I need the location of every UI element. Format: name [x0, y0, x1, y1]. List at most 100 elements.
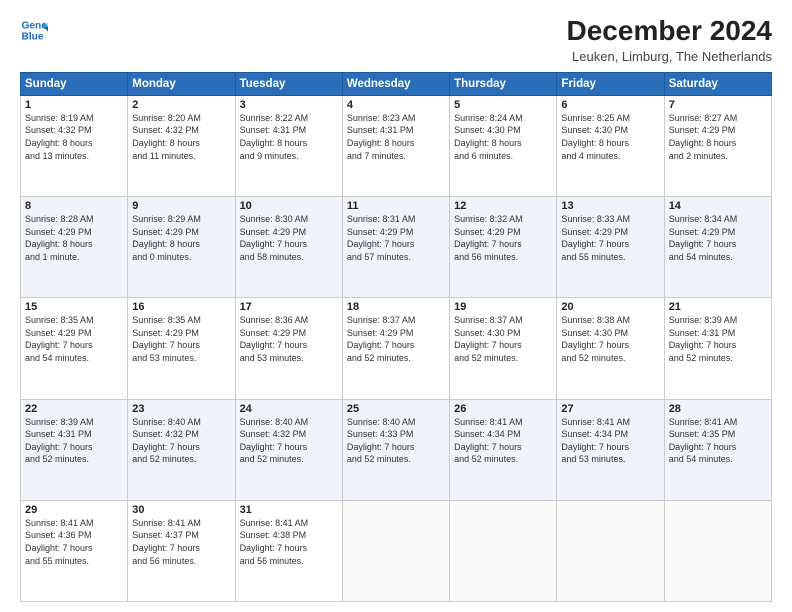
day-info: Sunrise: 8:31 AM Sunset: 4:29 PM Dayligh… — [347, 213, 445, 263]
day-number: 1 — [25, 99, 123, 111]
calendar-cell: 27Sunrise: 8:41 AM Sunset: 4:34 PM Dayli… — [557, 399, 664, 500]
calendar-cell: 24Sunrise: 8:40 AM Sunset: 4:32 PM Dayli… — [235, 399, 342, 500]
calendar-cell: 31Sunrise: 8:41 AM Sunset: 4:38 PM Dayli… — [235, 500, 342, 601]
day-number: 8 — [25, 200, 123, 212]
calendar-cell: 10Sunrise: 8:30 AM Sunset: 4:29 PM Dayli… — [235, 197, 342, 298]
day-info: Sunrise: 8:34 AM Sunset: 4:29 PM Dayligh… — [669, 213, 767, 263]
day-number: 5 — [454, 99, 552, 111]
calendar-cell: 21Sunrise: 8:39 AM Sunset: 4:31 PM Dayli… — [664, 298, 771, 399]
calendar-cell: 13Sunrise: 8:33 AM Sunset: 4:29 PM Dayli… — [557, 197, 664, 298]
day-number: 18 — [347, 301, 445, 313]
day-number: 22 — [25, 403, 123, 415]
calendar-table: SundayMondayTuesdayWednesdayThursdayFrid… — [20, 72, 772, 602]
calendar-cell: 4Sunrise: 8:23 AM Sunset: 4:31 PM Daylig… — [342, 95, 449, 196]
day-info: Sunrise: 8:27 AM Sunset: 4:29 PM Dayligh… — [669, 112, 767, 162]
day-number: 13 — [561, 200, 659, 212]
day-number: 21 — [669, 301, 767, 313]
day-number: 26 — [454, 403, 552, 415]
day-number: 2 — [132, 99, 230, 111]
day-number: 30 — [132, 504, 230, 516]
day-info: Sunrise: 8:41 AM Sunset: 4:34 PM Dayligh… — [561, 416, 659, 466]
calendar-cell: 1Sunrise: 8:19 AM Sunset: 4:32 PM Daylig… — [21, 95, 128, 196]
day-of-week-header: Monday — [128, 72, 235, 95]
day-number: 11 — [347, 200, 445, 212]
calendar-header-row: SundayMondayTuesdayWednesdayThursdayFrid… — [21, 72, 772, 95]
title-block: December 2024 Leuken, Limburg, The Nethe… — [567, 16, 772, 64]
day-info: Sunrise: 8:39 AM Sunset: 4:31 PM Dayligh… — [669, 314, 767, 364]
calendar-cell: 3Sunrise: 8:22 AM Sunset: 4:31 PM Daylig… — [235, 95, 342, 196]
calendar-week-row: 8Sunrise: 8:28 AM Sunset: 4:29 PM Daylig… — [21, 197, 772, 298]
day-number: 12 — [454, 200, 552, 212]
day-info: Sunrise: 8:22 AM Sunset: 4:31 PM Dayligh… — [240, 112, 338, 162]
subtitle: Leuken, Limburg, The Netherlands — [567, 49, 772, 64]
calendar-cell: 28Sunrise: 8:41 AM Sunset: 4:35 PM Dayli… — [664, 399, 771, 500]
calendar-cell: 19Sunrise: 8:37 AM Sunset: 4:30 PM Dayli… — [450, 298, 557, 399]
calendar-cell: 9Sunrise: 8:29 AM Sunset: 4:29 PM Daylig… — [128, 197, 235, 298]
day-info: Sunrise: 8:19 AM Sunset: 4:32 PM Dayligh… — [25, 112, 123, 162]
calendar-cell: 15Sunrise: 8:35 AM Sunset: 4:29 PM Dayli… — [21, 298, 128, 399]
logo: General Blue — [20, 16, 48, 44]
calendar-week-row: 15Sunrise: 8:35 AM Sunset: 4:29 PM Dayli… — [21, 298, 772, 399]
day-number: 24 — [240, 403, 338, 415]
day-number: 19 — [454, 301, 552, 313]
calendar-cell — [342, 500, 449, 601]
day-number: 28 — [669, 403, 767, 415]
day-number: 9 — [132, 200, 230, 212]
calendar-week-row: 22Sunrise: 8:39 AM Sunset: 4:31 PM Dayli… — [21, 399, 772, 500]
main-title: December 2024 — [567, 16, 772, 47]
calendar-cell: 2Sunrise: 8:20 AM Sunset: 4:32 PM Daylig… — [128, 95, 235, 196]
calendar-cell: 25Sunrise: 8:40 AM Sunset: 4:33 PM Dayli… — [342, 399, 449, 500]
calendar-week-row: 1Sunrise: 8:19 AM Sunset: 4:32 PM Daylig… — [21, 95, 772, 196]
calendar-cell: 17Sunrise: 8:36 AM Sunset: 4:29 PM Dayli… — [235, 298, 342, 399]
day-number: 10 — [240, 200, 338, 212]
day-of-week-header: Tuesday — [235, 72, 342, 95]
calendar-cell: 7Sunrise: 8:27 AM Sunset: 4:29 PM Daylig… — [664, 95, 771, 196]
calendar-cell: 30Sunrise: 8:41 AM Sunset: 4:37 PM Dayli… — [128, 500, 235, 601]
calendar-cell: 8Sunrise: 8:28 AM Sunset: 4:29 PM Daylig… — [21, 197, 128, 298]
calendar-cell: 29Sunrise: 8:41 AM Sunset: 4:36 PM Dayli… — [21, 500, 128, 601]
svg-text:Blue: Blue — [22, 31, 44, 42]
day-info: Sunrise: 8:40 AM Sunset: 4:32 PM Dayligh… — [240, 416, 338, 466]
day-info: Sunrise: 8:37 AM Sunset: 4:30 PM Dayligh… — [454, 314, 552, 364]
day-info: Sunrise: 8:41 AM Sunset: 4:35 PM Dayligh… — [669, 416, 767, 466]
header: General Blue December 2024 Leuken, Limbu… — [20, 16, 772, 64]
day-info: Sunrise: 8:23 AM Sunset: 4:31 PM Dayligh… — [347, 112, 445, 162]
day-number: 6 — [561, 99, 659, 111]
day-number: 16 — [132, 301, 230, 313]
calendar-cell: 18Sunrise: 8:37 AM Sunset: 4:29 PM Dayli… — [342, 298, 449, 399]
calendar-week-row: 29Sunrise: 8:41 AM Sunset: 4:36 PM Dayli… — [21, 500, 772, 601]
day-number: 20 — [561, 301, 659, 313]
day-info: Sunrise: 8:37 AM Sunset: 4:29 PM Dayligh… — [347, 314, 445, 364]
calendar-cell: 14Sunrise: 8:34 AM Sunset: 4:29 PM Dayli… — [664, 197, 771, 298]
logo-icon: General Blue — [20, 16, 48, 44]
calendar-page: General Blue December 2024 Leuken, Limbu… — [0, 0, 792, 612]
day-info: Sunrise: 8:39 AM Sunset: 4:31 PM Dayligh… — [25, 416, 123, 466]
day-number: 15 — [25, 301, 123, 313]
day-number: 4 — [347, 99, 445, 111]
calendar-cell: 22Sunrise: 8:39 AM Sunset: 4:31 PM Dayli… — [21, 399, 128, 500]
day-info: Sunrise: 8:20 AM Sunset: 4:32 PM Dayligh… — [132, 112, 230, 162]
day-info: Sunrise: 8:25 AM Sunset: 4:30 PM Dayligh… — [561, 112, 659, 162]
day-number: 3 — [240, 99, 338, 111]
day-info: Sunrise: 8:24 AM Sunset: 4:30 PM Dayligh… — [454, 112, 552, 162]
calendar-cell: 23Sunrise: 8:40 AM Sunset: 4:32 PM Dayli… — [128, 399, 235, 500]
day-info: Sunrise: 8:36 AM Sunset: 4:29 PM Dayligh… — [240, 314, 338, 364]
day-number: 29 — [25, 504, 123, 516]
calendar-cell — [557, 500, 664, 601]
day-info: Sunrise: 8:35 AM Sunset: 4:29 PM Dayligh… — [25, 314, 123, 364]
day-number: 7 — [669, 99, 767, 111]
day-number: 14 — [669, 200, 767, 212]
day-info: Sunrise: 8:41 AM Sunset: 4:38 PM Dayligh… — [240, 517, 338, 567]
calendar-cell: 16Sunrise: 8:35 AM Sunset: 4:29 PM Dayli… — [128, 298, 235, 399]
day-of-week-header: Wednesday — [342, 72, 449, 95]
day-info: Sunrise: 8:40 AM Sunset: 4:33 PM Dayligh… — [347, 416, 445, 466]
day-info: Sunrise: 8:41 AM Sunset: 4:34 PM Dayligh… — [454, 416, 552, 466]
calendar-cell — [664, 500, 771, 601]
day-of-week-header: Sunday — [21, 72, 128, 95]
calendar-cell: 11Sunrise: 8:31 AM Sunset: 4:29 PM Dayli… — [342, 197, 449, 298]
day-number: 31 — [240, 504, 338, 516]
day-info: Sunrise: 8:40 AM Sunset: 4:32 PM Dayligh… — [132, 416, 230, 466]
day-info: Sunrise: 8:30 AM Sunset: 4:29 PM Dayligh… — [240, 213, 338, 263]
day-of-week-header: Friday — [557, 72, 664, 95]
calendar-cell: 6Sunrise: 8:25 AM Sunset: 4:30 PM Daylig… — [557, 95, 664, 196]
